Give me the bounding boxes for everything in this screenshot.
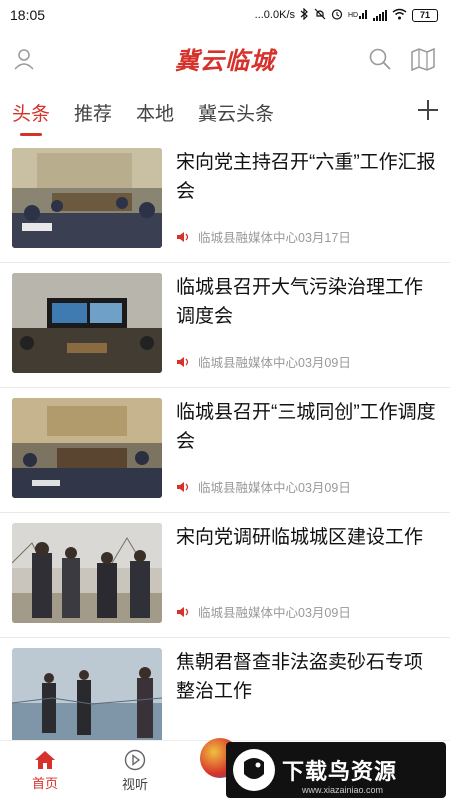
news-body: 宋向党主持召开“六重”工作汇报会 临城县融媒体中心 03月17日 xyxy=(176,148,438,248)
nav-video-label: 视听 xyxy=(121,776,148,792)
news-body: 宋向党调研临城城区建设工作 临城县融媒体中心 03月09日 xyxy=(176,523,438,623)
news-date: 03月09日 xyxy=(298,356,351,370)
battery-indicator: 71 xyxy=(412,8,438,22)
news-thumbnail xyxy=(12,523,162,623)
signal-icon xyxy=(373,9,387,21)
news-title: 临城县召开“三城同创”工作调度会 xyxy=(176,402,436,452)
news-meta: 临城县融媒体中心 03月17日 xyxy=(176,227,351,246)
speaker-icon[interactable] xyxy=(176,606,190,618)
news-item[interactable]: 临城县召开“三城同创”工作调度会 临城县融媒体中心 03月09日 xyxy=(0,388,450,513)
news-meta: 临城县融媒体中心 03月09日 xyxy=(176,602,351,621)
speaker-icon[interactable] xyxy=(176,481,190,493)
search-icon[interactable] xyxy=(368,47,392,71)
bluetooth-icon xyxy=(300,7,309,23)
mute-icon xyxy=(314,8,326,23)
news-title: 焦朝君督查非法盗卖砂石专项整治工作 xyxy=(176,652,424,702)
nav-video[interactable]: 视听 xyxy=(90,741,180,800)
news-thumbnail xyxy=(12,648,162,748)
news-thumbnail xyxy=(12,273,162,373)
tab-jiyun-toutiao[interactable]: 冀云头条 xyxy=(198,99,274,132)
news-title: 宋向党主持召开“六重”工作汇报会 xyxy=(176,152,436,202)
tab-toutiao[interactable]: 头条 xyxy=(12,99,50,136)
news-date: 03月09日 xyxy=(298,481,351,495)
news-title: 宋向党调研临城城区建设工作 xyxy=(176,527,424,548)
news-thumbnail xyxy=(12,398,162,498)
hd-signal-icon: HD xyxy=(348,8,368,23)
watermark-banner: 下载鸟资源 www.xiazainiao.com xyxy=(226,742,446,798)
play-icon xyxy=(124,749,146,770)
tab-local[interactable]: 本地 xyxy=(136,99,174,132)
news-source: 临城县融媒体中心 xyxy=(198,356,299,370)
user-icon[interactable] xyxy=(12,47,36,71)
alarm-icon xyxy=(331,8,343,23)
news-body: 临城县召开“三城同创”工作调度会 临城县融媒体中心 03月09日 xyxy=(176,398,438,498)
news-date: 03月17日 xyxy=(298,231,351,245)
network-speed: ...0.0K/s xyxy=(254,9,295,21)
news-list: 宋向党主持召开“六重”工作汇报会 临城县融媒体中心 03月17日 临城县召开大气污… xyxy=(0,138,450,763)
news-meta: 临城县融媒体中心 03月09日 xyxy=(176,477,351,496)
map-icon[interactable] xyxy=(410,47,436,72)
news-source: 临城县融媒体中心 xyxy=(198,481,299,495)
add-channel-icon[interactable] xyxy=(416,98,440,122)
nav-home-label: 首页 xyxy=(31,775,58,791)
speaker-icon[interactable] xyxy=(176,356,190,368)
nav-home[interactable]: 首页 xyxy=(0,741,90,800)
app-header: 冀云临城 xyxy=(0,30,450,86)
status-bar: 18:05 ...0.0K/s HD 71 xyxy=(0,0,450,30)
news-item[interactable]: 临城县召开大气污染治理工作调度会 临城县融媒体中心 03月09日 xyxy=(0,263,450,388)
news-title: 临城县召开大气污染治理工作调度会 xyxy=(176,277,424,327)
news-source: 临城县融媒体中心 xyxy=(198,231,299,245)
bird-logo-icon xyxy=(233,749,275,791)
news-item[interactable]: 宋向党主持召开“六重”工作汇报会 临城县融媒体中心 03月17日 xyxy=(0,138,450,263)
tab-recommend[interactable]: 推荐 xyxy=(74,99,112,132)
news-body: 焦朝君督查非法盗卖砂石专项整治工作 xyxy=(176,648,438,748)
svg-text:HD: HD xyxy=(348,12,358,19)
watermark-text: 下载鸟资源 xyxy=(282,759,398,784)
status-icons: ...0.0K/s HD 71 xyxy=(254,7,438,23)
speaker-icon[interactable] xyxy=(176,231,190,243)
channel-tabs: 头条 推荐 本地 冀云头条 xyxy=(0,92,450,138)
news-date: 03月09日 xyxy=(298,606,351,620)
status-time: 18:05 xyxy=(10,7,46,23)
watermark-url: www.xiazainiao.com xyxy=(302,785,384,795)
wifi-icon xyxy=(392,8,407,23)
home-icon xyxy=(35,750,55,769)
news-item[interactable]: 宋向党调研临城城区建设工作 临城县融媒体中心 03月09日 xyxy=(0,513,450,638)
news-meta: 临城县融媒体中心 03月09日 xyxy=(176,352,351,371)
news-body: 临城县召开大气污染治理工作调度会 临城县融媒体中心 03月09日 xyxy=(176,273,438,373)
news-thumbnail xyxy=(12,148,162,248)
news-source: 临城县融媒体中心 xyxy=(198,606,299,620)
app-logo: 冀云临城 xyxy=(175,45,275,75)
